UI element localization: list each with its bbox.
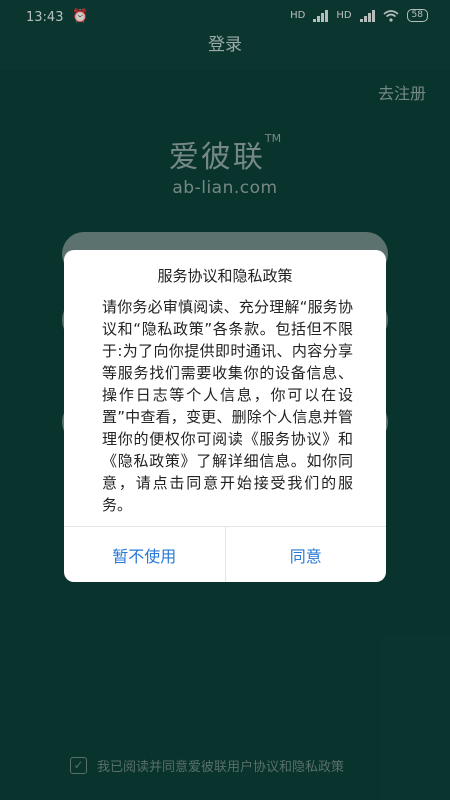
dialog-body: 请你务必审慎阅读、充分理解“服务协议和“隐私政策”各条款。包括但不限于:为了向你… — [102, 298, 353, 514]
dialog-title: 服务协议和隐私政策 — [157, 267, 293, 285]
agree-button[interactable]: 同意 — [224, 527, 387, 582]
decline-button[interactable]: 暂不使用 — [64, 527, 225, 582]
privacy-dialog: 服务协议和隐私政策 请你务必审慎阅读、充分理解“服务协议和“隐私政策”各条款。包… — [64, 250, 386, 582]
dialog-actions: 暂不使用 同意 — [64, 526, 386, 582]
